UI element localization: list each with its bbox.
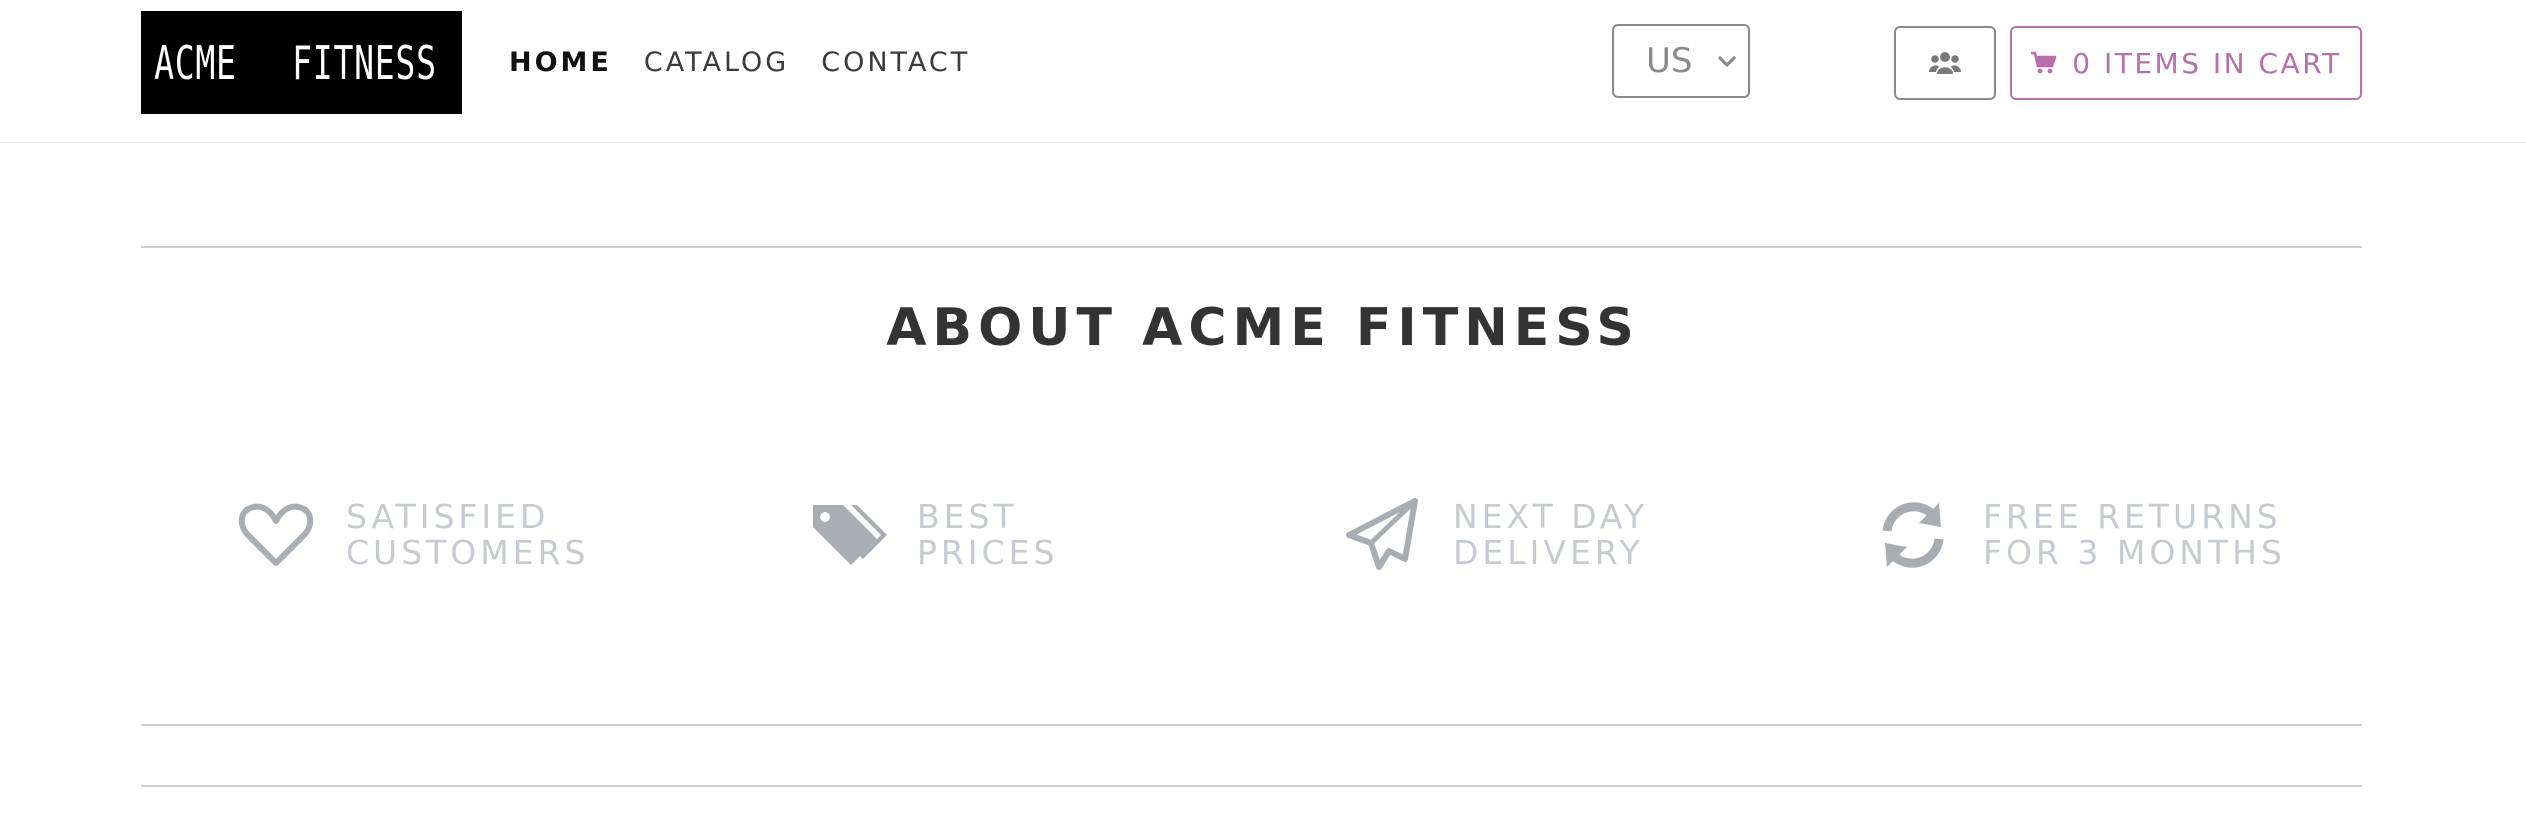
feature-satisfied-customers: SATISFIED CUSTOMERS <box>236 495 589 575</box>
feature-text: FREE RETURNS FOR 3 MONTHS <box>1983 499 2286 571</box>
feature-line2: PRICES <box>917 533 1059 572</box>
feature-text: BEST PRICES <box>917 499 1058 571</box>
feature-text: SATISFIED CUSTOMERS <box>346 499 589 571</box>
region-select[interactable]: US <box>1612 24 1750 98</box>
feature-line2: FOR 3 MONTHS <box>1983 533 2286 572</box>
users-icon <box>1929 52 1961 74</box>
feature-free-returns: FREE RETURNS FOR 3 MONTHS <box>1873 495 2286 575</box>
user-account-button[interactable] <box>1894 26 1996 100</box>
nav-catalog[interactable]: CATALOG <box>644 47 789 78</box>
feature-text: NEXT DAY DELIVERY <box>1453 499 1648 571</box>
feature-line2: DELIVERY <box>1453 533 1644 572</box>
tags-icon <box>813 505 887 565</box>
feature-best-prices: BEST PRICES <box>807 495 1058 575</box>
heart-icon <box>238 503 314 566</box>
divider-middle <box>141 724 2362 726</box>
feature-line2: CUSTOMERS <box>346 533 590 572</box>
region-value: US <box>1646 41 1693 81</box>
main-nav: HOME CATALOG CONTACT <box>509 40 970 84</box>
chevron-down-icon <box>1718 56 1736 67</box>
feature-line1: SATISFIED <box>346 497 550 536</box>
cart-icon <box>2031 51 2057 74</box>
cart-label: 0 ITEMS IN CART <box>2072 46 2342 80</box>
cart-button[interactable]: 0 ITEMS IN CART <box>2010 26 2362 100</box>
paper-plane-icon <box>1346 498 1418 570</box>
feature-next-day-delivery: NEXT DAY DELIVERY <box>1343 495 1648 575</box>
nav-contact[interactable]: CONTACT <box>821 47 970 78</box>
divider-bottom <box>141 785 2362 787</box>
about-title: ABOUT ACME FITNESS <box>886 298 1640 358</box>
divider-top <box>141 246 2362 248</box>
logo-text-left: ACME <box>153 35 237 90</box>
feature-line1: FREE RETURNS <box>1983 497 2282 536</box>
logo-text-right: FITNESS <box>292 35 438 90</box>
logo[interactable]: ACME FITNESS <box>141 11 462 114</box>
refresh-icon <box>1882 502 1944 568</box>
feature-line1: NEXT DAY <box>1453 497 1649 536</box>
feature-line1: BEST <box>917 497 1018 536</box>
nav-home[interactable]: HOME <box>509 47 612 78</box>
site-header: ACME FITNESS HOME CATALOG CONTACT US 0 I… <box>0 0 2526 143</box>
